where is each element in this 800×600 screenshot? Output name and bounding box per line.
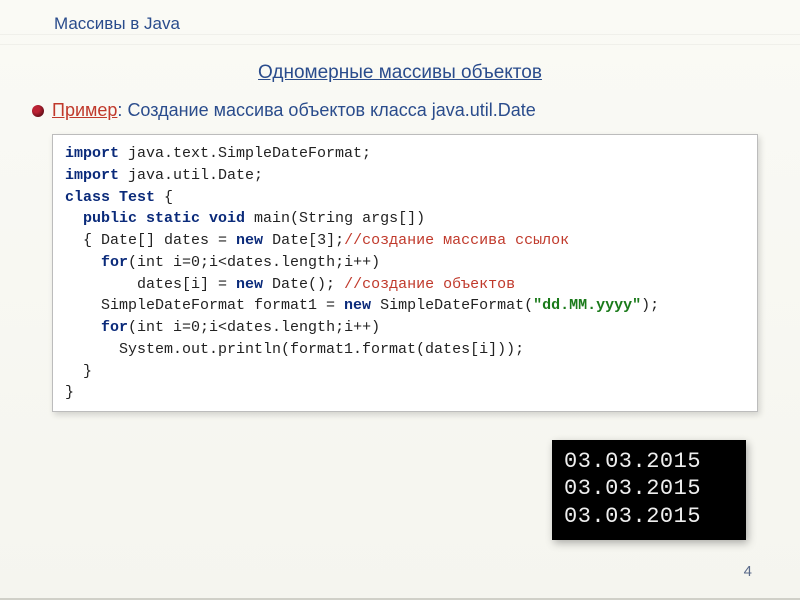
code-class: Test: [110, 189, 155, 206]
output-line: 03.03.2015: [564, 448, 734, 476]
output-line: 03.03.2015: [564, 475, 734, 503]
code-text: dates[i] =: [65, 276, 236, 293]
bullet-text: Пример: Создание массива объектов класса…: [52, 100, 536, 121]
slide-container: Массивы в Java Одномерные массивы объект…: [0, 0, 800, 600]
code-text: }: [65, 384, 74, 401]
code-keyword: import: [65, 145, 119, 162]
ruled-line: [0, 44, 800, 45]
example-label: Пример: [52, 100, 117, 120]
page-title: Массивы в Java: [54, 14, 180, 34]
code-string: "dd.MM.yyyy": [533, 297, 641, 314]
code-keyword: class: [65, 189, 110, 206]
code-text: [65, 210, 83, 227]
code-comment: //создание объектов: [344, 276, 515, 293]
output-line: 03.03.2015: [564, 503, 734, 531]
code-text: java.util.Date;: [119, 167, 263, 184]
code-keyword: for: [101, 319, 128, 336]
code-text: );: [641, 297, 659, 314]
code-text: (int i=0;i<dates.length;i++): [128, 254, 380, 271]
section-heading: Одномерные массивы объектов: [0, 62, 800, 84]
code-comment: //создание массива ссылок: [344, 232, 569, 249]
ruled-line: [0, 34, 800, 35]
code-keyword: new: [344, 297, 371, 314]
example-text: Создание массива объектов класса java.ut…: [127, 100, 535, 120]
example-colon: :: [117, 100, 122, 120]
code-text: Date[3];: [263, 232, 344, 249]
code-text: [65, 319, 101, 336]
bullet-icon: [32, 105, 44, 117]
code-text: (int i=0;i<dates.length;i++): [128, 319, 380, 336]
output-box: 03.03.2015 03.03.2015 03.03.2015: [552, 440, 746, 541]
bullet-row: Пример: Создание массива объектов класса…: [32, 100, 768, 121]
code-text: SimpleDateFormat format1 =: [65, 297, 344, 314]
code-text: Date();: [263, 276, 344, 293]
code-text: java.text.SimpleDateFormat;: [119, 145, 371, 162]
code-text: main(String args[]): [245, 210, 425, 227]
code-text: [65, 254, 101, 271]
code-box: import java.text.SimpleDateFormat; impor…: [52, 134, 758, 412]
code-text: Date[] dates =: [101, 232, 236, 249]
code-text: {: [65, 232, 101, 249]
code-keyword: new: [236, 276, 263, 293]
code-text: SimpleDateFormat(: [371, 297, 533, 314]
code-text: {: [155, 189, 173, 206]
code-text: }: [65, 363, 92, 380]
code-keyword: new: [236, 232, 263, 249]
code-keyword: import: [65, 167, 119, 184]
page-number: 4: [744, 563, 752, 580]
code-text: System.out.println(format1.format(dates[…: [65, 341, 524, 358]
code-keyword: for: [101, 254, 128, 271]
code-keyword: public static void: [83, 210, 245, 227]
